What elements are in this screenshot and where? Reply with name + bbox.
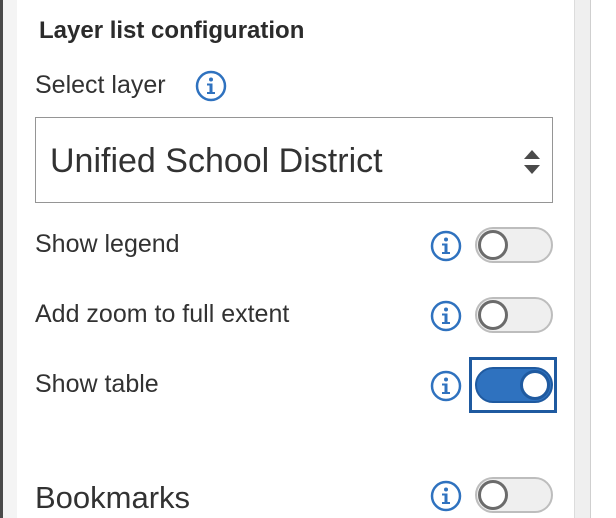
layer-select-value: Unified School District <box>50 142 383 180</box>
configuration-panel: Layer list configuration Select layer Un… <box>17 0 574 518</box>
add-zoom-label: Add zoom to full extent <box>35 300 290 328</box>
layer-select[interactable]: Unified School District <box>35 117 553 203</box>
select-layer-label: Select layer <box>35 71 166 99</box>
toggle-knob <box>520 370 550 400</box>
show-legend-label: Show legend <box>35 230 180 258</box>
show-table-toggle[interactable] <box>475 367 553 403</box>
toggle-knob <box>478 480 508 510</box>
left-border <box>0 0 3 518</box>
scroll-gutter <box>574 0 591 518</box>
info-icon[interactable] <box>430 300 462 332</box>
bookmarks-toggle[interactable] <box>475 477 553 513</box>
info-icon[interactable] <box>430 230 462 262</box>
info-icon[interactable] <box>195 70 227 102</box>
show-table-label: Show table <box>35 370 159 398</box>
info-icon[interactable] <box>430 370 462 402</box>
toggle-knob <box>478 300 508 330</box>
sort-arrows-icon <box>524 150 540 174</box>
right-edge <box>590 0 616 518</box>
info-icon[interactable] <box>430 480 462 512</box>
section-title: Layer list configuration <box>39 17 305 44</box>
add-zoom-toggle[interactable] <box>475 297 553 333</box>
toggle-knob <box>478 230 508 260</box>
show-legend-toggle[interactable] <box>475 227 553 263</box>
bookmarks-label: Bookmarks <box>35 480 191 515</box>
